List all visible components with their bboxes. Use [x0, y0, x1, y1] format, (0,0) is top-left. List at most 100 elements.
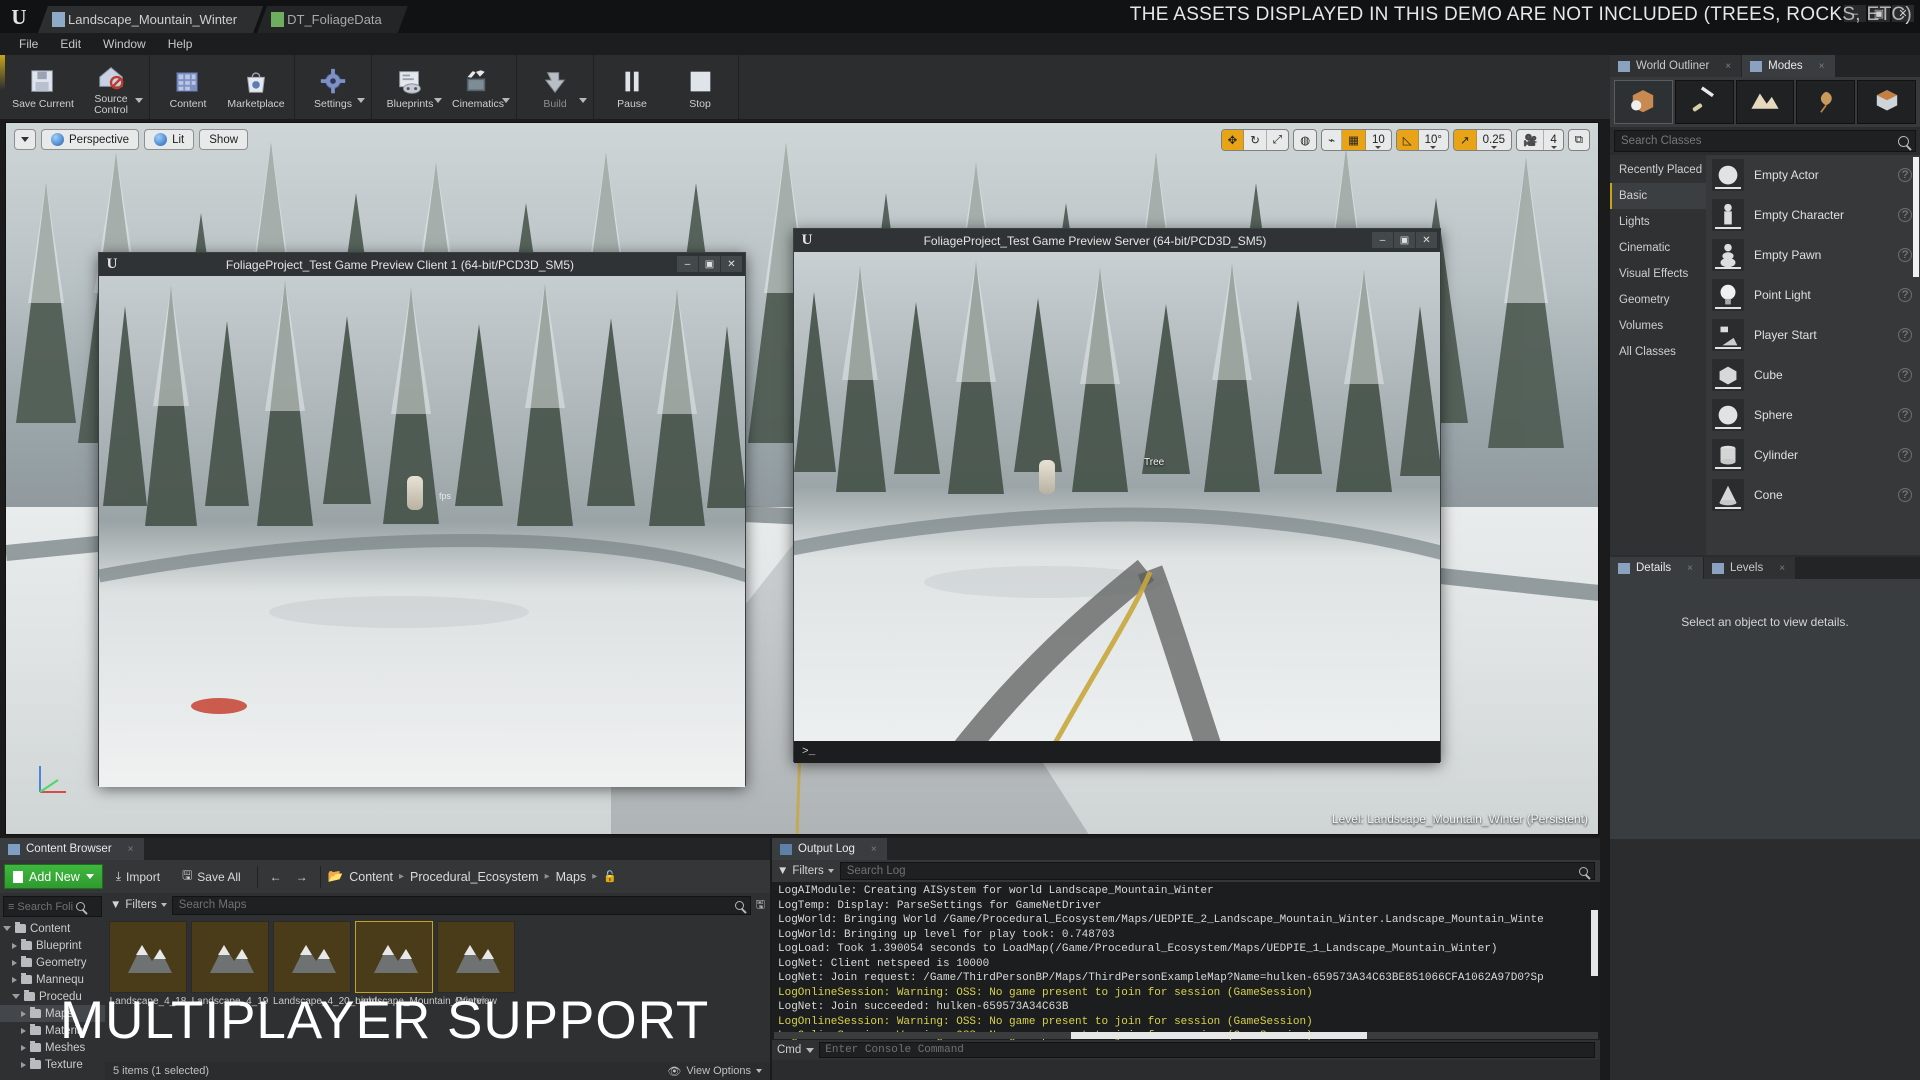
folder-tree-node[interactable]: Material [0, 1022, 105, 1039]
content-asset-tile[interactable]: Overview [437, 921, 515, 1058]
tab-output-log[interactable]: Output Log × [772, 838, 887, 860]
close-window-button[interactable]: ✕ [1892, 5, 1914, 22]
toolbar-button-stop[interactable]: Stop [666, 55, 734, 119]
chevron-down-icon[interactable] [3, 926, 11, 931]
close-icon[interactable]: × [1779, 563, 1785, 574]
chevron-right-icon[interactable] [21, 1027, 26, 1034]
folder-tree-node[interactable]: Content [0, 920, 105, 937]
viewport-options-button[interactable] [14, 129, 36, 150]
placement-category-volumes[interactable]: Volumes [1610, 313, 1706, 339]
log-vertical-scrollbar[interactable] [1591, 910, 1598, 976]
tab-levels[interactable]: Levels × [1704, 557, 1796, 579]
editor-tab-0[interactable]: Landscape_Mountain_Winter [38, 6, 263, 33]
viewport-view-mode-button[interactable]: Lit [144, 129, 195, 150]
placement-asset-item[interactable]: Empty Pawn? [1706, 235, 1920, 275]
pie-client-viewport[interactable]: fps [99, 276, 745, 787]
menu-item-window[interactable]: Window [94, 35, 155, 53]
close-icon[interactable]: × [1687, 563, 1693, 574]
landscape-mode[interactable] [1735, 80, 1795, 124]
toolbar-button-content[interactable]: Content [154, 55, 222, 119]
chevron-down-icon[interactable] [12, 994, 20, 999]
help-icon[interactable]: ? [1898, 448, 1912, 462]
foliage-mode[interactable] [1796, 80, 1856, 124]
pie-server-maximize-button[interactable]: ▣ [1394, 232, 1415, 248]
placement-asset-item[interactable]: Sphere? [1706, 395, 1920, 435]
toolbar-button-settings[interactable]: Settings [299, 55, 367, 119]
toolbar-button-blueprints[interactable]: Blueprints [376, 55, 444, 119]
placement-category-geometry[interactable]: Geometry [1610, 287, 1706, 313]
folder-tree-node[interactable]: Meshes [0, 1039, 105, 1056]
help-icon[interactable]: ? [1898, 288, 1912, 302]
editor-tab-1[interactable]: DT_FoliageData [257, 6, 408, 33]
console-command-input[interactable]: Enter Console Command [819, 1042, 1595, 1058]
chevron-down-icon[interactable] [502, 98, 510, 103]
lock-icon[interactable]: 🔓 [603, 870, 617, 883]
chevron-down-icon[interactable] [579, 98, 587, 103]
folder-tree-node[interactable]: Texture [0, 1056, 105, 1073]
tab-content-browser[interactable]: Content Browser × [0, 838, 144, 860]
help-icon[interactable]: ? [1898, 168, 1912, 182]
help-icon[interactable]: ? [1898, 328, 1912, 342]
content-asset-tile[interactable]: Landscape_4_19 [191, 921, 269, 1058]
paint-mode[interactable] [1674, 80, 1734, 124]
help-icon[interactable]: ? [1898, 368, 1912, 382]
asset-search-input[interactable]: Search Maps [171, 895, 751, 915]
toolbar-button-cinematics[interactable]: Cinematics [444, 55, 512, 119]
log-filters-button[interactable]: ▼ Filters [777, 865, 834, 877]
folder-tree-node[interactable]: Mannequ [0, 971, 105, 988]
placement-asset-item[interactable]: Cone? [1706, 475, 1920, 515]
expand-tree-icon[interactable]: ≡ [8, 901, 14, 913]
nav-forward-button[interactable]: → [291, 864, 313, 889]
toolbar-button-build[interactable]: Build [521, 55, 589, 119]
chevron-down-icon[interactable] [434, 98, 442, 103]
search-classes-input[interactable] [1621, 135, 1898, 147]
placement-category-lights[interactable]: Lights [1610, 209, 1706, 235]
grid-snap-value[interactable]: 10 [1366, 130, 1391, 150]
folder-tree-node[interactable]: Procedu [0, 988, 105, 1005]
close-icon[interactable]: × [128, 844, 134, 855]
rotate-mode-button[interactable]: ↻ [1244, 130, 1267, 150]
surface-snap-icon[interactable]: ⌁ [1322, 130, 1343, 150]
placement-asset-item[interactable]: Empty Character? [1706, 195, 1920, 235]
pie-server-console[interactable]: >_ [794, 741, 1440, 763]
chevron-right-icon[interactable] [12, 959, 17, 966]
maximize-icon[interactable]: ⧉ [1569, 130, 1589, 150]
scale-snap-icon[interactable]: ↗ [1454, 130, 1477, 150]
breadcrumb-item-1[interactable]: Procedural_Ecosystem [410, 870, 539, 884]
maximize-window-button[interactable]: ▣ [1868, 5, 1890, 22]
chevron-right-icon[interactable] [21, 1061, 26, 1068]
help-icon[interactable]: ? [1898, 248, 1912, 262]
pie-client-maximize-button[interactable]: ▣ [699, 256, 720, 272]
pie-server-close-button[interactable]: ✕ [1416, 232, 1437, 248]
rotation-snap-value[interactable]: 10° [1419, 130, 1448, 150]
pie-server-viewport[interactable]: Tree >_ [794, 252, 1440, 763]
chevron-right-icon[interactable] [21, 1010, 26, 1017]
close-icon[interactable]: × [871, 844, 877, 855]
geometry-editing-mode[interactable] [1857, 80, 1916, 124]
tab-world-outliner[interactable]: World Outliner × [1610, 55, 1742, 77]
search-classes-row[interactable] [1614, 130, 1916, 152]
content-asset-tile[interactable]: Landscape_Mountain_Winter [355, 921, 485, 1058]
menu-item-file[interactable]: File [10, 35, 47, 53]
close-icon[interactable]: × [1819, 61, 1825, 72]
toolbar-button-marketplace[interactable]: Marketplace [222, 55, 290, 119]
placement-scrollbar[interactable] [1913, 157, 1919, 277]
pie-server-title-bar[interactable]: U FoliageProject_Test Game Preview Serve… [794, 229, 1440, 252]
view-options-button[interactable]: 👁 View Options [667, 1065, 762, 1078]
toolbar-button-pause[interactable]: Pause [598, 55, 666, 119]
placement-category-all-classes[interactable]: All Classes [1610, 339, 1706, 365]
placement-asset-item[interactable]: Cylinder? [1706, 435, 1920, 475]
placement-asset-item[interactable]: Empty Actor? [1706, 155, 1920, 195]
folder-search-row[interactable]: ≡ Search Foli [3, 896, 102, 917]
chevron-down-icon[interactable] [135, 98, 143, 103]
placement-asset-item[interactable]: Player Start? [1706, 315, 1920, 355]
nav-back-button[interactable]: ← [265, 864, 287, 889]
close-icon[interactable]: × [1725, 61, 1731, 72]
placement-category-basic[interactable]: Basic [1610, 183, 1706, 209]
viewport-camera-mode-button[interactable]: Perspective [41, 129, 140, 150]
pie-client-window[interactable]: U FoliageProject_Test Game Preview Clien… [98, 252, 746, 787]
scale-snap-value[interactable]: 0.25 [1477, 130, 1511, 150]
placement-asset-item[interactable]: Point Light? [1706, 275, 1920, 315]
place-mode[interactable] [1614, 80, 1673, 124]
pie-server-minimize-button[interactable]: – [1372, 232, 1393, 248]
